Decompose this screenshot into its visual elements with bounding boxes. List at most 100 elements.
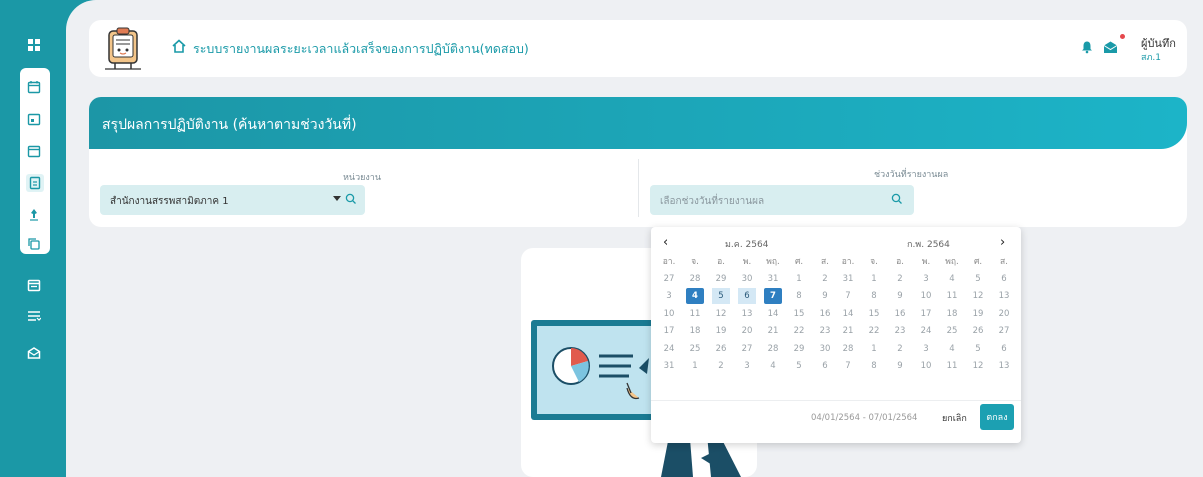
day-cell[interactable]: 28 bbox=[686, 271, 704, 287]
day-cell[interactable]: 4 bbox=[943, 271, 961, 287]
day-cell[interactable]: 11 bbox=[943, 358, 961, 374]
day-cell[interactable]: 8 bbox=[790, 288, 808, 304]
day-cell[interactable]: 5 bbox=[969, 341, 987, 357]
day-cell[interactable]: 20 bbox=[995, 306, 1013, 322]
day-cell[interactable]: 23 bbox=[816, 323, 834, 339]
day-cell[interactable]: 14 bbox=[764, 306, 782, 322]
day-cell[interactable]: 8 bbox=[865, 358, 883, 374]
day-cell[interactable]: 12 bbox=[712, 306, 730, 322]
dashboard-icon[interactable] bbox=[26, 37, 42, 53]
day-cell[interactable]: 26 bbox=[712, 341, 730, 357]
date-range-input[interactable]: เลือกช่วงวันที่รายงานผล bbox=[650, 185, 914, 215]
day-cell[interactable]: 1 bbox=[865, 271, 883, 287]
day-cell[interactable]: 7 bbox=[839, 288, 857, 304]
day-cell[interactable]: 31 bbox=[839, 271, 857, 287]
calendar-icon[interactable] bbox=[26, 277, 42, 293]
day-cell[interactable]: 4 bbox=[943, 341, 961, 357]
day-cell[interactable]: 24 bbox=[917, 323, 935, 339]
day-cell[interactable]: 4 bbox=[686, 288, 704, 304]
home-icon[interactable] bbox=[171, 38, 187, 54]
day-cell[interactable]: 9 bbox=[891, 288, 909, 304]
day-cell[interactable]: 6 bbox=[995, 341, 1013, 357]
day-cell[interactable]: 7 bbox=[839, 358, 857, 374]
day-cell[interactable]: 20 bbox=[738, 323, 756, 339]
list-icon[interactable] bbox=[26, 308, 42, 324]
day-cell[interactable]: 3 bbox=[917, 271, 935, 287]
day-cell[interactable]: 11 bbox=[943, 288, 961, 304]
day-cell[interactable]: 6 bbox=[816, 358, 834, 374]
day-cell[interactable]: 1 bbox=[790, 271, 808, 287]
day-cell[interactable]: 29 bbox=[790, 341, 808, 357]
day-cell[interactable]: 4 bbox=[764, 358, 782, 374]
search-icon[interactable] bbox=[891, 193, 903, 205]
day-cell[interactable]: 21 bbox=[839, 323, 857, 339]
day-cell[interactable]: 24 bbox=[660, 341, 678, 357]
day-cell[interactable]: 10 bbox=[660, 306, 678, 322]
copy-icon[interactable] bbox=[26, 236, 42, 252]
pin-icon[interactable] bbox=[26, 207, 42, 223]
day-cell[interactable]: 13 bbox=[738, 306, 756, 322]
day-cell[interactable]: 12 bbox=[969, 288, 987, 304]
day-cell[interactable]: 5 bbox=[969, 271, 987, 287]
search-icon[interactable] bbox=[345, 193, 357, 205]
day-cell[interactable]: 2 bbox=[816, 271, 834, 287]
prev-month-button[interactable]: ‹ bbox=[663, 235, 668, 250]
day-cell[interactable]: 1 bbox=[686, 358, 704, 374]
bell-icon[interactable] bbox=[1080, 40, 1094, 54]
day-cell[interactable]: 30 bbox=[738, 271, 756, 287]
cancel-button[interactable]: ยกเลิก bbox=[942, 411, 967, 425]
day-cell[interactable]: 22 bbox=[865, 323, 883, 339]
day-cell[interactable]: 13 bbox=[995, 358, 1013, 374]
day-cell[interactable]: 18 bbox=[943, 306, 961, 322]
day-cell[interactable]: 25 bbox=[686, 341, 704, 357]
day-cell[interactable]: 2 bbox=[891, 271, 909, 287]
day-cell[interactable]: 5 bbox=[712, 288, 730, 304]
day-cell[interactable]: 25 bbox=[943, 323, 961, 339]
day-cell[interactable]: 10 bbox=[917, 288, 935, 304]
day-cell[interactable]: 3 bbox=[917, 341, 935, 357]
mail-open-icon[interactable] bbox=[1103, 40, 1118, 54]
mail-icon[interactable] bbox=[26, 345, 42, 361]
calendar-icon[interactable] bbox=[26, 143, 42, 159]
day-cell[interactable]: 17 bbox=[660, 323, 678, 339]
day-cell[interactable]: 11 bbox=[686, 306, 704, 322]
day-cell[interactable]: 13 bbox=[995, 288, 1013, 304]
day-cell[interactable]: 2 bbox=[891, 341, 909, 357]
day-cell[interactable]: 28 bbox=[839, 341, 857, 357]
day-cell[interactable]: 15 bbox=[865, 306, 883, 322]
day-cell[interactable]: 18 bbox=[686, 323, 704, 339]
day-cell[interactable]: 2 bbox=[712, 358, 730, 374]
day-cell[interactable]: 12 bbox=[969, 358, 987, 374]
document-icon[interactable] bbox=[26, 174, 44, 192]
day-cell[interactable]: 7 bbox=[764, 288, 782, 304]
day-cell[interactable]: 3 bbox=[660, 288, 678, 304]
day-cell[interactable]: 31 bbox=[660, 358, 678, 374]
next-month-button[interactable]: › bbox=[1000, 235, 1005, 250]
day-cell[interactable]: 16 bbox=[816, 306, 834, 322]
day-cell[interactable]: 19 bbox=[969, 306, 987, 322]
day-cell[interactable]: 27 bbox=[738, 341, 756, 357]
day-cell[interactable]: 16 bbox=[891, 306, 909, 322]
day-cell[interactable]: 29 bbox=[712, 271, 730, 287]
unit-select[interactable]: สำนักงานสรรพสามิตภาค 1 bbox=[100, 185, 365, 215]
day-cell[interactable]: 26 bbox=[969, 323, 987, 339]
chevron-down-icon[interactable] bbox=[333, 196, 341, 201]
day-cell[interactable]: 28 bbox=[764, 341, 782, 357]
day-cell[interactable]: 10 bbox=[917, 358, 935, 374]
day-cell[interactable]: 21 bbox=[764, 323, 782, 339]
day-cell[interactable]: 19 bbox=[712, 323, 730, 339]
day-cell[interactable]: 3 bbox=[738, 358, 756, 374]
day-cell[interactable]: 14 bbox=[839, 306, 857, 322]
day-cell[interactable]: 27 bbox=[995, 323, 1013, 339]
day-cell[interactable]: 17 bbox=[917, 306, 935, 322]
day-cell[interactable]: 1 bbox=[865, 341, 883, 357]
day-cell[interactable]: 31 bbox=[764, 271, 782, 287]
calendar-icon[interactable] bbox=[26, 111, 42, 127]
day-cell[interactable]: 9 bbox=[891, 358, 909, 374]
day-cell[interactable]: 8 bbox=[865, 288, 883, 304]
ok-button[interactable]: ตกลง bbox=[980, 404, 1014, 430]
day-cell[interactable]: 30 bbox=[816, 341, 834, 357]
day-cell[interactable]: 6 bbox=[738, 288, 756, 304]
day-cell[interactable]: 27 bbox=[660, 271, 678, 287]
day-cell[interactable]: 22 bbox=[790, 323, 808, 339]
